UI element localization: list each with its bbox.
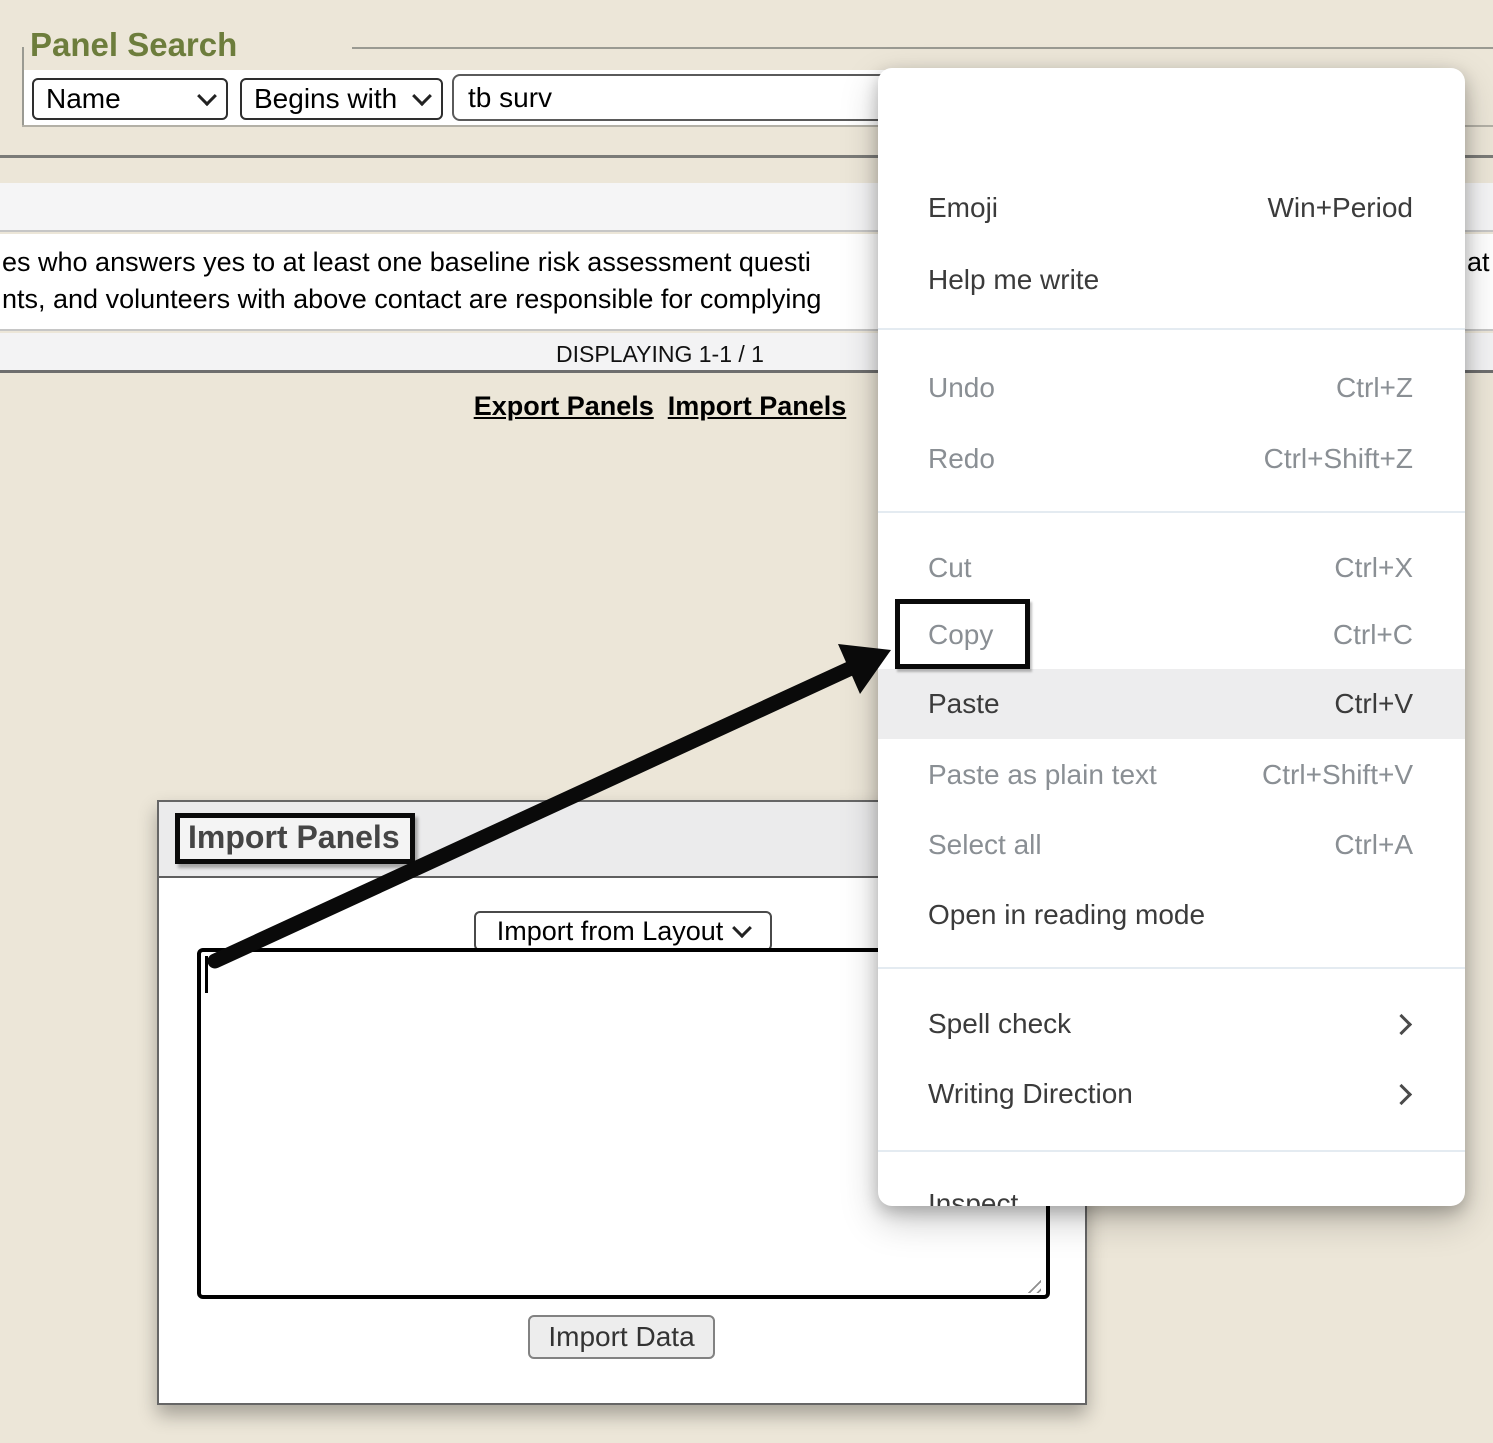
menu-item-open-in-reading-mode[interactable]: Open in reading mode: [878, 880, 1465, 950]
operator-select[interactable]: Begins with: [240, 78, 443, 120]
results-row-line1-right-fragment: at: [1467, 244, 1490, 281]
menu-item-cut: Cut Ctrl+X: [878, 533, 1465, 603]
import-panels-title-annotation-box: Import Panels: [175, 813, 415, 864]
menu-item-shortcut: Win+Period: [1267, 192, 1413, 224]
field-select-value: Name: [46, 83, 121, 115]
menu-item-shortcut: Ctrl+Shift+Z: [1264, 443, 1413, 475]
import-dialog-title: Import Panels: [188, 819, 400, 855]
menu-item-shortcut: Ctrl+C: [1333, 619, 1413, 651]
menu-item-label: Emoji: [928, 192, 998, 224]
menu-item-label: Paste: [928, 688, 1000, 720]
menu-item-label: Help me write: [928, 264, 1099, 296]
menu-item-spell-check[interactable]: Spell check: [878, 989, 1465, 1059]
menu-separator: [878, 1150, 1465, 1152]
menu-item-label: Undo: [928, 372, 995, 404]
menu-item-label: Writing Direction: [928, 1078, 1133, 1110]
import-source-select[interactable]: Import from Layout: [474, 911, 772, 951]
menu-item-shortcut: Ctrl+Z: [1336, 372, 1413, 404]
import-panels-link[interactable]: Import Panels: [668, 391, 847, 421]
menu-separator: [878, 328, 1465, 330]
fieldset-top-border: [352, 47, 1493, 49]
import-data-button[interactable]: Import Data: [528, 1315, 715, 1359]
results-row-text: es who answers yes to at least one basel…: [2, 244, 821, 318]
field-select[interactable]: Name: [32, 78, 228, 120]
menu-item-label: Inspect: [928, 1188, 1018, 1206]
chevron-down-icon: [732, 918, 752, 938]
menu-separator: [878, 967, 1465, 969]
results-row-line2: nts, and volunteers with above contact a…: [2, 281, 821, 318]
chevron-right-icon: [1391, 1083, 1412, 1104]
menu-item-select-all: Select all Ctrl+A: [878, 810, 1465, 880]
menu-item-paste[interactable]: Paste Ctrl+V: [878, 669, 1465, 739]
operator-select-value: Begins with: [254, 83, 397, 115]
menu-separator: [878, 511, 1465, 513]
text-caret: [205, 956, 208, 993]
export-panels-link[interactable]: Export Panels: [474, 391, 654, 421]
menu-item-redo: Redo Ctrl+Shift+Z: [878, 424, 1465, 494]
menu-item-writing-direction[interactable]: Writing Direction: [878, 1059, 1465, 1129]
menu-item-shortcut: Ctrl+A: [1334, 829, 1413, 861]
results-row-line1: es who answers yes to at least one basel…: [2, 244, 821, 281]
menu-item-label: Copy: [928, 619, 993, 651]
menu-item-paste-as-plain-text: Paste as plain text Ctrl+Shift+V: [878, 740, 1465, 810]
menu-item-shortcut: Ctrl+V: [1334, 688, 1413, 720]
menu-item-inspect[interactable]: Inspect: [878, 1169, 1465, 1206]
menu-item-undo: Undo Ctrl+Z: [878, 353, 1465, 423]
menu-item-emoji[interactable]: Emoji Win+Period: [878, 173, 1465, 243]
menu-item-label: Open in reading mode: [928, 899, 1205, 931]
panel-search-legend: Panel Search: [30, 26, 237, 64]
menu-item-shortcut: Ctrl+Shift+V: [1262, 759, 1413, 791]
menu-item-shortcut: Ctrl+X: [1334, 552, 1413, 584]
menu-item-label: Spell check: [928, 1008, 1071, 1040]
menu-item-label: Cut: [928, 552, 972, 584]
chevron-right-icon: [1391, 1013, 1412, 1034]
menu-item-label: Select all: [928, 829, 1042, 861]
context-menu: Emoji Win+Period Help me write Undo Ctrl…: [878, 68, 1465, 1206]
menu-item-help-me-write[interactable]: Help me write: [878, 245, 1465, 315]
chevron-down-icon: [197, 86, 217, 106]
import-source-select-value: Import from Layout: [497, 916, 724, 947]
menu-item-copy: Copy Ctrl+C: [878, 601, 1465, 669]
menu-item-label: Paste as plain text: [928, 759, 1157, 791]
menu-item-label: Redo: [928, 443, 995, 475]
chevron-down-icon: [412, 86, 432, 106]
page: Panel Search Name Begins with es who ans…: [0, 0, 1493, 1443]
